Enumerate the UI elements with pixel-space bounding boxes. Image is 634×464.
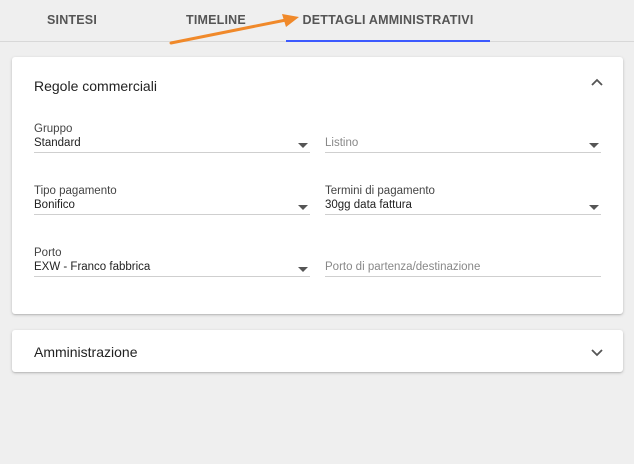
field-value: EXW - Franco fabbrica <box>34 261 151 273</box>
section-title: Regole commerciali <box>34 78 157 94</box>
porto-select[interactable]: Porto EXW - Franco fabbrica <box>34 247 310 277</box>
chevron-up-icon[interactable] <box>589 74 605 90</box>
tab-bar: SINTESI TIMELINE DETTAGLI AMMINISTRATIVI <box>0 0 634 42</box>
termini-pagamento-select[interactable]: Termini di pagamento 30gg data fattura <box>325 185 601 215</box>
field-value: Standard <box>34 137 81 149</box>
dropdown-arrow-icon <box>298 143 308 148</box>
tab-dettagli-amministrativi[interactable]: DETTAGLI AMMINISTRATIVI <box>286 0 490 42</box>
listino-select[interactable]: Listino <box>325 123 601 153</box>
field-placeholder: Porto di partenza/destinazione <box>325 261 481 273</box>
field-label: Tipo pagamento <box>34 185 117 197</box>
field-label: Gruppo <box>34 123 73 135</box>
field-value: Bonifico <box>34 199 75 211</box>
porto-partenza-input[interactable]: Porto di partenza/destinazione <box>325 247 601 277</box>
field-placeholder: Listino <box>325 137 359 149</box>
field-label: Porto <box>34 247 62 259</box>
dropdown-arrow-icon <box>298 205 308 210</box>
tab-sintesi[interactable]: SINTESI <box>47 0 97 42</box>
dropdown-arrow-icon <box>589 205 599 210</box>
field-value: 30gg data fattura <box>325 199 412 211</box>
dropdown-arrow-icon <box>589 143 599 148</box>
gruppo-select[interactable]: Gruppo Standard <box>34 123 310 153</box>
dropdown-arrow-icon <box>298 267 308 272</box>
chevron-down-icon[interactable] <box>589 345 605 361</box>
active-tab-indicator <box>286 40 490 42</box>
tab-label: DETTAGLI AMMINISTRATIVI <box>302 13 474 27</box>
section-amministrazione[interactable]: Amministrazione <box>12 330 623 372</box>
section-regole-commerciali: Regole commerciali Gruppo Standard Listi… <box>12 57 623 314</box>
section-title: Amministrazione <box>34 344 138 360</box>
field-label: Termini di pagamento <box>325 185 435 197</box>
tab-timeline[interactable]: TIMELINE <box>186 0 246 42</box>
tipo-pagamento-select[interactable]: Tipo pagamento Bonifico <box>34 185 310 215</box>
